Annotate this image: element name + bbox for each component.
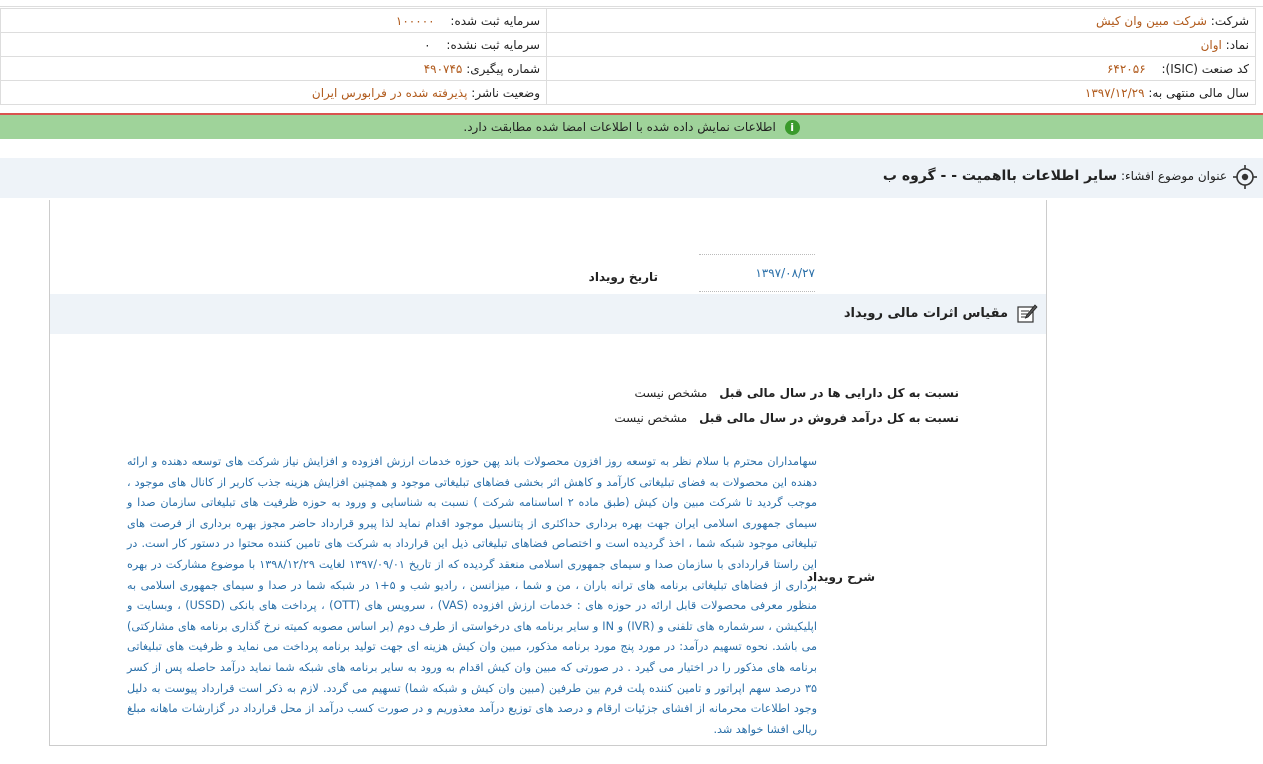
isic-cell: کد صنعت (ISIC): ۶۴۲۰۵۶ xyxy=(546,56,1256,81)
tracking-value: ۴۹۰۷۴۵ xyxy=(423,61,463,76)
ratio-value: مشخص نیست xyxy=(614,411,688,425)
fiscal-year-label: سال مالی منتهی به: xyxy=(1148,85,1249,100)
disclosure-content: تاریخ رویداد ۱۳۹۷/۰۸/۲۷ مقیاس اثرات مالی… xyxy=(49,200,1047,746)
subject-title: سایر اطلاعات بااهمیت - - گروه ب xyxy=(882,168,1118,184)
publisher-status-value: پذیرفته شده در فرابورس ایران xyxy=(311,85,468,100)
info-row: کد صنعت (ISIC): ۶۴۲۰۵۶ شماره پیگیری: ۴۹۰… xyxy=(0,56,1256,81)
isic-label: کد صنعت (ISIC): xyxy=(1161,61,1249,76)
registered-capital-label: سرمایه ثبت شده: xyxy=(450,13,540,28)
company-label: شرکت: xyxy=(1210,13,1249,28)
verification-notice-text: اطلاعات نمایش داده شده با اطلاعات امضا ش… xyxy=(463,120,776,134)
ratio-value: مشخص نیست xyxy=(634,386,708,400)
fiscal-year-value: ۱۳۹۷/۱۲/۲۹ xyxy=(1084,85,1145,100)
ratio-label: نسبت به کل دارایی ها در سال مالی قبل xyxy=(719,386,959,400)
target-icon xyxy=(1233,165,1257,189)
company-cell: شرکت: شرکت مبین وان کیش xyxy=(546,8,1256,33)
financial-effects-title: مقیاس اثرات مالی رویداد xyxy=(843,306,1008,321)
info-row: شرکت: شرکت مبین وان کیش سرمایه ثبت شده: … xyxy=(0,8,1256,33)
subject-bar: عنوان موضوع افشاء: سایر اطلاعات بااهمیت … xyxy=(0,158,1263,198)
info-row: نماد: اوان سرمایه ثبت نشده: ۰ xyxy=(0,32,1256,57)
subject-label: عنوان موضوع افشاء: xyxy=(1120,169,1227,183)
isic-value: ۶۴۲۰۵۶ xyxy=(1106,61,1146,76)
ratio-label: نسبت به کل درآمد فروش در سال مالی قبل xyxy=(699,411,959,425)
symbol-label: نماد: xyxy=(1225,37,1249,52)
event-description-label: شرح رویداد xyxy=(806,570,875,584)
subject-heading: عنوان موضوع افشاء: سایر اطلاعات بااهمیت … xyxy=(883,168,1227,184)
info-row: سال مالی منتهی به: ۱۳۹۷/۱۲/۲۹ وضعیت ناشر… xyxy=(0,80,1256,105)
publisher-status-cell: وضعیت ناشر: پذیرفته شده در فرابورس ایران xyxy=(0,80,547,105)
ratio-row-revenue: نسبت به کل درآمد فروش در سال مالی قبل مش… xyxy=(614,411,959,425)
unregistered-capital-label: سرمایه ثبت نشده: xyxy=(446,37,540,52)
event-date-value: ۱۳۹۷/۰۸/۲۷ xyxy=(699,254,815,292)
symbol-cell: نماد: اوان xyxy=(546,32,1256,57)
verification-notice: i اطلاعات نمایش داده شده با اطلاعات امضا… xyxy=(0,113,1263,139)
edit-icon xyxy=(1017,304,1038,323)
info-icon: i xyxy=(784,120,800,135)
top-border xyxy=(0,0,1263,7)
ratio-row-assets: نسبت به کل دارایی ها در سال مالی قبل مشخ… xyxy=(635,386,959,400)
registered-capital-cell: سرمایه ثبت شده: ۱۰۰۰۰۰ xyxy=(0,8,547,33)
registered-capital-value: ۱۰۰۰۰۰ xyxy=(395,13,435,28)
publisher-status-label: وضعیت ناشر: xyxy=(471,85,540,100)
company-name[interactable]: شرکت مبین وان کیش xyxy=(1096,14,1207,28)
tracking-label: شماره پیگیری: xyxy=(466,61,540,76)
company-info-table: شرکت: شرکت مبین وان کیش سرمایه ثبت شده: … xyxy=(0,8,1256,105)
symbol-value[interactable]: اوان xyxy=(1201,38,1222,52)
unregistered-capital-value: ۰ xyxy=(424,37,431,52)
event-date-label: تاریخ رویداد xyxy=(588,270,658,284)
unregistered-capital-cell: سرمایه ثبت نشده: ۰ xyxy=(0,32,547,57)
financial-effects-header: مقیاس اثرات مالی رویداد xyxy=(50,294,1046,334)
fiscal-year-cell: سال مالی منتهی به: ۱۳۹۷/۱۲/۲۹ xyxy=(546,80,1256,105)
tracking-cell: شماره پیگیری: ۴۹۰۷۴۵ xyxy=(0,56,547,81)
event-description-text: سهامداران محترم با سلام نظر به توسعه روز… xyxy=(127,455,817,736)
